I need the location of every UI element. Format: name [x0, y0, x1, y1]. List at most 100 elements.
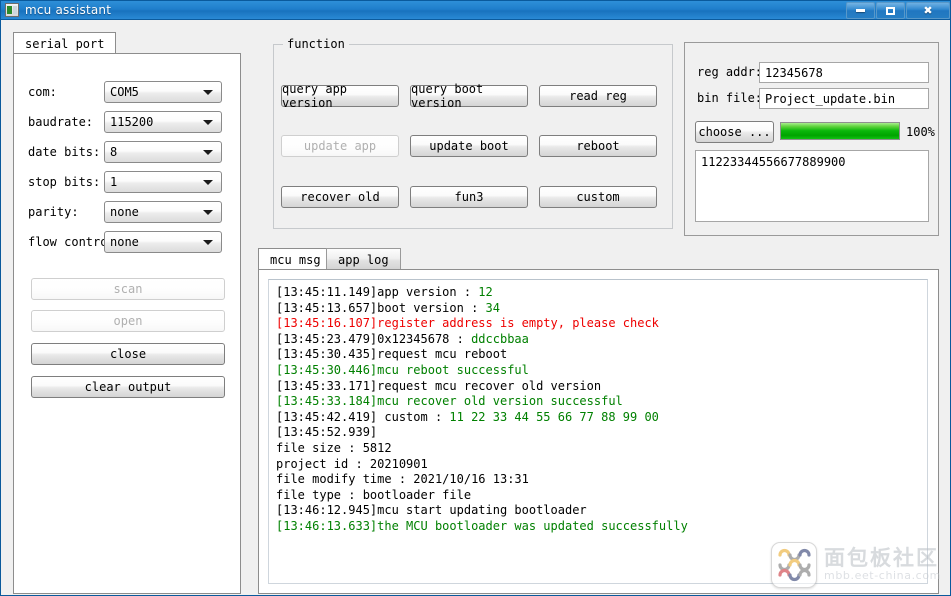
tab-serial-port-label: serial port: [25, 36, 105, 51]
serial-tab-strip: serial port: [13, 32, 241, 54]
select-parity[interactable]: none: [104, 201, 222, 223]
fun3-label: fun3: [454, 190, 484, 204]
log-line: [13:45:52.939]: [276, 425, 920, 441]
maximize-icon: [886, 6, 895, 15]
log-segment: [13:45:16.107]register address is empty,…: [276, 316, 659, 331]
update-boot-button[interactable]: update boot: [410, 135, 528, 157]
select-date-bits[interactable]: 8: [104, 141, 222, 163]
label-date-bits: date bits:: [28, 145, 101, 159]
select-baudrate[interactable]: 115200: [104, 111, 222, 133]
chevron-down-icon: [203, 90, 213, 95]
log-segment: [13:46:13.633]the MCU bootloader was upd…: [276, 518, 688, 533]
label-reg-addr: reg addr:: [697, 65, 763, 79]
query-boot-version-button[interactable]: query boot version: [410, 82, 528, 110]
log-segment: [13:45:42.419] custom :: [276, 409, 450, 424]
select-parity-value: none: [110, 205, 139, 219]
log-line: project id : 20210901: [276, 457, 920, 473]
custom-label: custom: [576, 190, 620, 204]
scan-button[interactable]: scan: [31, 278, 225, 300]
chevron-down-icon: [203, 120, 213, 125]
update-boot-label: update boot: [429, 139, 509, 153]
clear-output-button-label: clear output: [84, 380, 172, 394]
function-groupbox-title: function: [283, 37, 349, 51]
close-button[interactable]: ✖: [906, 2, 950, 19]
window-title: mcu assistant: [25, 3, 112, 17]
field-row-com: com:: [28, 81, 57, 103]
log-panel: mcu msg app log [13:45:11.149]app versio…: [258, 248, 939, 594]
reboot-button[interactable]: reboot: [539, 135, 657, 157]
chevron-down-icon: [203, 180, 213, 185]
open-button[interactable]: open: [31, 310, 225, 332]
chevron-down-icon: [203, 240, 213, 245]
query-app-version-button[interactable]: query app version: [281, 82, 399, 110]
bin-file-input[interactable]: Project_update.bin: [759, 88, 929, 109]
open-button-label: open: [113, 314, 143, 328]
log-line: [13:46:13.633]the MCU bootloader was upd…: [276, 519, 920, 535]
close-port-button[interactable]: close: [31, 343, 225, 365]
select-com-value: COM5: [110, 85, 139, 99]
tab-mcu-msg[interactable]: mcu msg: [258, 248, 333, 270]
log-line: file modify time : 2021/10/16 13:31: [276, 472, 920, 488]
log-segment: [13:45:33.184]mcu recover old version su…: [276, 394, 623, 409]
log-line: [13:45:30.435]request mcu reboot: [276, 347, 920, 363]
bin-file-input-value: Project_update.bin: [765, 91, 896, 106]
query-boot-version-label: query boot version: [411, 82, 484, 110]
label-com: com:: [28, 85, 57, 99]
log-segment: file modify time : 2021/10/16 13:31: [276, 472, 529, 487]
field-row-baudrate: baudrate:: [28, 111, 93, 133]
log-line: [13:45:33.184]mcu recover old version su…: [276, 394, 920, 410]
log-segment: project id : 20210901: [276, 456, 428, 471]
log-line: [13:45:16.107]register address is empty,…: [276, 316, 920, 332]
log-tab-strip: mcu msg app log: [258, 248, 939, 270]
maximize-button[interactable]: [876, 2, 905, 19]
log-segment: 34: [485, 300, 500, 315]
log-line: [13:46:12.945]mcu start updating bootloa…: [276, 503, 920, 519]
log-output-textarea[interactable]: [13:45:11.149]app version : 12 [13:45:13.…: [268, 279, 928, 584]
choose-file-button[interactable]: choose ...: [695, 121, 774, 143]
select-flow-control[interactable]: none: [104, 231, 222, 253]
scan-button-label: scan: [113, 282, 143, 296]
data-textarea[interactable]: 11223344556677889900: [695, 150, 929, 222]
serial-port-tab-body: com: COM5 baudrate: 115200 date bits: 8: [13, 53, 241, 594]
serial-port-panel: serial port com: COM5 baudrate: 115200 d…: [13, 32, 241, 594]
select-stop-bits[interactable]: 1: [104, 171, 222, 193]
log-segment: [13:45:23.479]0x12345678 :: [276, 331, 472, 346]
window-controls: ✖: [846, 2, 950, 19]
reg-addr-input-value: 12345678: [765, 65, 823, 80]
update-app-button[interactable]: update app: [281, 135, 399, 157]
log-line: [13:45:42.419] custom : 11 22 33 44 55 6…: [276, 410, 920, 426]
field-row-stop-bits: stop bits:: [28, 171, 100, 193]
field-row-date-bits: date bits:: [28, 141, 100, 163]
recover-old-label: recover old: [300, 190, 380, 204]
file-groupbox: reg addr: 12345678 bin file: Project_upd…: [684, 42, 939, 236]
log-line: [13:45:11.149]app version : 12: [276, 285, 920, 301]
custom-button[interactable]: custom: [539, 186, 657, 208]
minimize-icon: [856, 9, 865, 12]
label-stop-bits: stop bits:: [28, 175, 101, 189]
minimize-button[interactable]: [846, 2, 875, 19]
recover-old-button[interactable]: recover old: [281, 186, 399, 208]
label-bin-file: bin file:: [697, 91, 763, 105]
log-segment: [13:45:13.657]boot version :: [276, 300, 486, 315]
close-port-button-label: close: [109, 347, 147, 361]
log-tab-body: [13:45:11.149]app version : 12 [13:45:13.…: [258, 269, 939, 594]
log-line: file size : 5812: [276, 441, 920, 457]
fun3-button[interactable]: fun3: [410, 186, 528, 208]
log-segment: file size : 5812: [276, 440, 392, 455]
select-baudrate-value: 115200: [110, 115, 154, 129]
log-line: [13:45:23.479]0x12345678 : ddccbbaa: [276, 332, 920, 348]
reg-addr-input[interactable]: 12345678: [759, 62, 929, 83]
clear-output-button[interactable]: clear output: [31, 376, 225, 398]
read-reg-button[interactable]: read reg: [539, 85, 657, 107]
application-window: mcu assistant ✖ serial port com: COM5 ba…: [0, 0, 951, 596]
read-reg-label: read reg: [569, 89, 627, 103]
tab-serial-port[interactable]: serial port: [13, 32, 117, 54]
app-icon: [5, 3, 19, 17]
query-app-version-label: query app version: [282, 82, 348, 110]
select-com[interactable]: COM5: [104, 81, 222, 103]
log-line: [13:45:33.171]request mcu recover old ve…: [276, 379, 920, 395]
log-segment: [13:45:52.939]: [276, 425, 378, 440]
update-app-label: update app: [303, 139, 377, 153]
tab-app-log[interactable]: app log: [326, 248, 401, 270]
data-textarea-value: 11223344556677889900: [701, 155, 846, 169]
